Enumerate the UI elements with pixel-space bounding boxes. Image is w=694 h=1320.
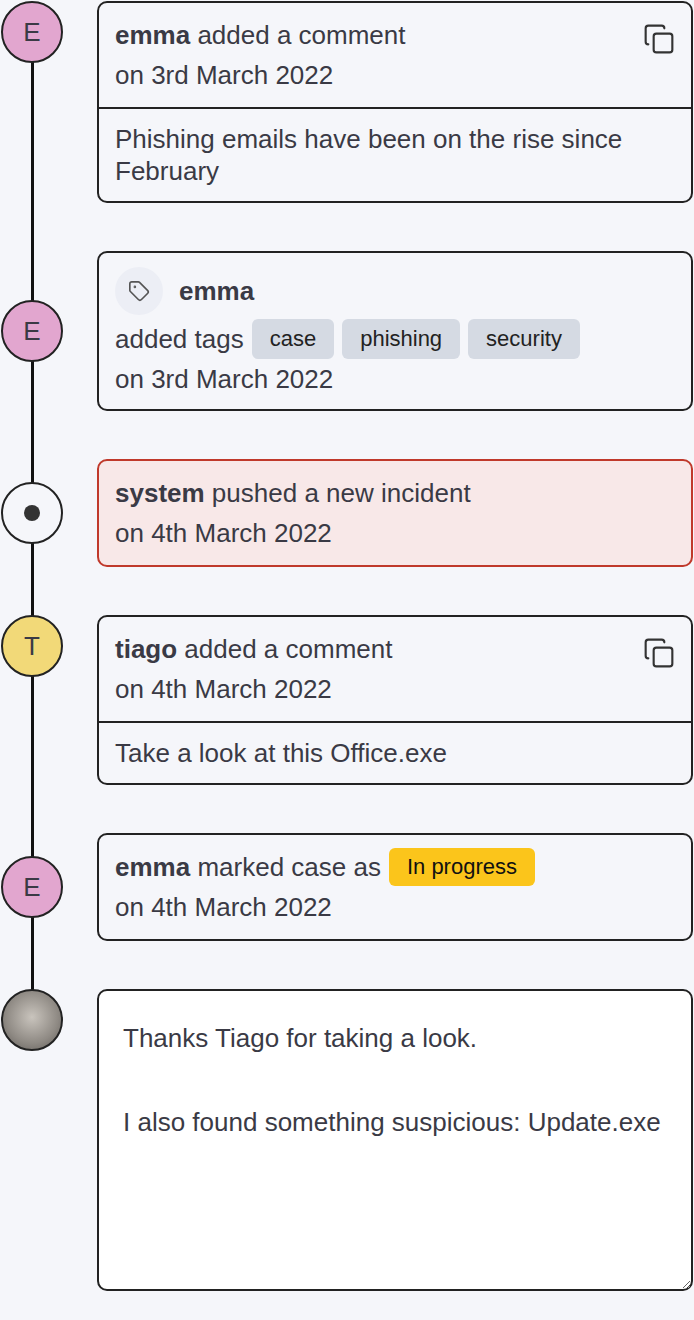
author[interactable]: emma <box>179 275 254 307</box>
status-badge: In progress <box>389 848 535 886</box>
date: on 4th March 2022 <box>115 513 471 553</box>
date: on 4th March 2022 <box>115 887 535 927</box>
author[interactable]: system <box>115 478 205 508</box>
copy-icon <box>643 23 675 55</box>
author[interactable]: tiago <box>115 634 177 664</box>
copy-button[interactable] <box>643 629 675 669</box>
avatar: E <box>1 300 63 362</box>
headline: emma marked case as <box>115 847 381 887</box>
avatar: T <box>1 615 63 677</box>
comment-header: tiago added a commenton 4th March 2022 <box>99 617 691 721</box>
avatar: E <box>1 856 63 918</box>
date: on 3rd March 2022 <box>115 55 406 95</box>
comment-textarea[interactable]: Thanks Tiago for taking a look. I also f… <box>97 989 693 1291</box>
system-avatar <box>1 482 63 544</box>
incident-header: system pushed a new incidenton 4th March… <box>99 461 691 565</box>
user-avatar <box>1 989 63 1051</box>
timeline-entry: Eemma added tagscasephishingsecurity on 3r… <box>1 251 693 411</box>
date: on 4th March 2022 <box>115 669 392 709</box>
headline: emma added a comment <box>115 15 406 55</box>
timeline-entry: Eemma marked case asIn progresson 4th Ma… <box>1 833 693 941</box>
tag-chip[interactable]: case <box>252 319 334 359</box>
composer-row: Thanks Tiago for taking a look. I also f… <box>1 989 693 1291</box>
tag-chip[interactable]: security <box>468 319 580 359</box>
comment-card: tiago added a commenton 4th March 2022Ta… <box>97 615 693 785</box>
status-card: emma marked case asIn progresson 4th Mar… <box>97 833 693 941</box>
action: pushed a new incident <box>212 478 471 508</box>
incident-card: system pushed a new incidenton 4th March… <box>97 459 693 567</box>
copy-button[interactable] <box>643 15 675 55</box>
tags-card: emma added tagscasephishingsecurity on 3rd… <box>97 251 693 411</box>
date: on 3rd March 2022 <box>115 363 675 395</box>
headline: system pushed a new incident <box>115 473 471 513</box>
comment-body: Take a look at this Office.exe <box>99 721 691 783</box>
timeline-entry: Eemma added a commenton 3rd March 2022Ph… <box>1 1 693 203</box>
comment-header: emma added a commenton 3rd March 2022 <box>99 3 691 107</box>
dot-icon <box>24 505 40 521</box>
action: added tags <box>115 323 244 355</box>
author[interactable]: emma <box>115 852 190 882</box>
tags-body: emma added tagscasephishingsecurity on 3rd… <box>99 253 691 409</box>
action: added a comment <box>197 20 405 50</box>
comment-body: Phishing emails have been on the rise si… <box>99 107 691 201</box>
status-header: emma marked case asIn progresson 4th Mar… <box>99 835 691 939</box>
headline: tiago added a comment <box>115 629 392 669</box>
avatar: E <box>1 1 63 63</box>
activity-timeline: Eemma added a commenton 3rd March 2022Ph… <box>0 0 694 1293</box>
action: added a comment <box>184 634 392 664</box>
copy-icon <box>643 637 675 669</box>
tag-chip[interactable]: phishing <box>342 319 460 359</box>
tag-icon <box>128 280 150 302</box>
tag-icon-bubble <box>115 267 163 315</box>
author[interactable]: emma <box>115 20 190 50</box>
action: marked case as <box>197 852 381 882</box>
comment-card: emma added a commenton 3rd March 2022Phi… <box>97 1 693 203</box>
timeline-entry: system pushed a new incidenton 4th March… <box>1 459 693 567</box>
timeline-entry: Ttiago added a commenton 4th March 2022T… <box>1 615 693 785</box>
